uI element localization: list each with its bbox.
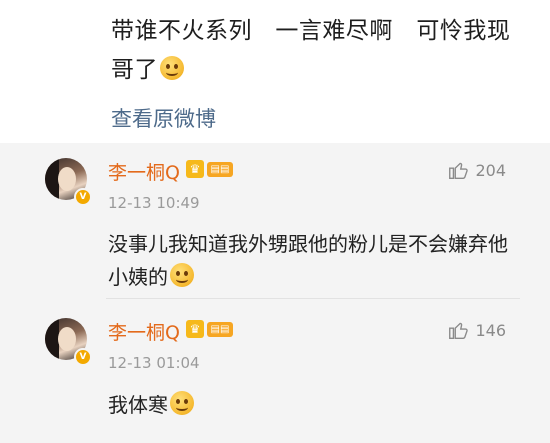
- view-original-link[interactable]: 查看原微博: [111, 103, 216, 133]
- comment-text-content: 没事儿我知道我外甥跟他的粉儿是不会嫌弃他小姨的: [108, 232, 508, 289]
- comment-item: V 李一桐Q ♛ ▤▤ 12-13 10:49 204 没事儿我知道我外甥跟他的…: [0, 143, 550, 298]
- comment-text: 我体寒: [108, 389, 508, 422]
- verified-badge-icon: V: [74, 348, 92, 366]
- vip-badge-icon: ▤▤: [207, 162, 233, 177]
- laughing-emoji-icon: [160, 56, 184, 80]
- comment-time: 12-13 01:04: [108, 354, 200, 372]
- post-text: 带谁不火系列 一言难尽啊 可怜我现哥了: [111, 12, 531, 90]
- divider: [106, 298, 520, 299]
- comment-time: 12-13 10:49: [108, 194, 200, 212]
- commenter-name[interactable]: 李一桐Q: [108, 158, 180, 185]
- thumbs-up-icon: [449, 322, 469, 339]
- like-button[interactable]: 146: [447, 319, 506, 341]
- crown-icon: ♛: [186, 320, 204, 338]
- like-button[interactable]: 204: [447, 159, 506, 181]
- like-count: 204: [475, 160, 506, 180]
- commenter-name[interactable]: 李一桐Q: [108, 318, 180, 345]
- thinking-emoji-icon: [170, 263, 194, 287]
- like-count: 146: [475, 320, 506, 340]
- comment-text-content: 我体寒: [108, 393, 168, 417]
- crown-icon: ♛: [186, 160, 204, 178]
- shy-emoji-icon: [170, 391, 194, 415]
- thumbs-up-icon: [449, 162, 469, 179]
- verified-badge-icon: V: [74, 188, 92, 206]
- comment-item: V 李一桐Q ♛ ▤▤ 12-13 01:04 146 我体寒: [0, 303, 550, 443]
- comment-list: V 李一桐Q ♛ ▤▤ 12-13 10:49 204 没事儿我知道我外甥跟他的…: [0, 143, 550, 443]
- vip-badge-icon: ▤▤: [207, 322, 233, 337]
- comment-text: 没事儿我知道我外甥跟他的粉儿是不会嫌弃他小姨的: [108, 228, 508, 294]
